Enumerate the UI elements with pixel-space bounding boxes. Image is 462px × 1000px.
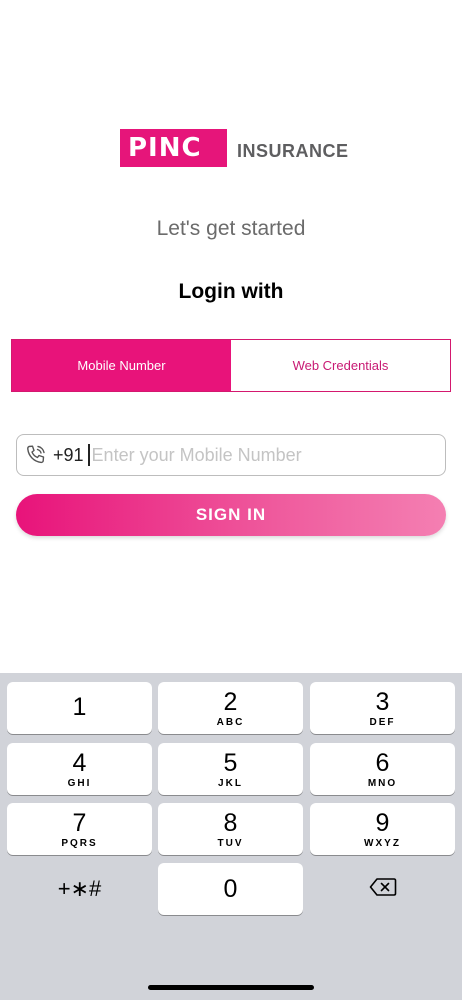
key-8[interactable]: 8 TUV: [158, 803, 303, 855]
key-digit: 6: [375, 748, 390, 777]
key-1[interactable]: 1: [7, 682, 152, 734]
key-6[interactable]: 6 MNO: [310, 743, 455, 795]
key-5[interactable]: 5 JKL: [158, 743, 303, 795]
login-screen: PINC INSURANCE Let's get started Login w…: [0, 0, 462, 1000]
numeric-keypad: 1 2 ABC 3 DEF 4 GHI 5 JKL 6 MNO 7 PQRS 8…: [0, 673, 462, 1000]
country-code: +91: [53, 444, 84, 465]
key-digit: 2: [223, 687, 238, 716]
mobile-number-input[interactable]: [91, 444, 412, 466]
key-digit: 3: [375, 687, 390, 716]
key-digit: 1: [72, 693, 87, 721]
key-letters: GHI: [67, 777, 92, 789]
key-digit: 5: [223, 748, 238, 777]
delete-key[interactable]: [310, 863, 455, 915]
key-letters: JKL: [218, 777, 243, 789]
page-subtitle: Let's get started: [156, 217, 306, 240]
phone-icon: [22, 441, 50, 469]
tab-label: Mobile Number: [77, 358, 166, 373]
key-digit: 8: [223, 808, 238, 837]
key-digit: 7: [72, 808, 87, 837]
tab-mobile-number[interactable]: Mobile Number: [12, 340, 231, 391]
key-symbols[interactable]: +∗#: [7, 863, 152, 915]
key-letters: WXYZ: [364, 837, 401, 849]
key-letters: PQRS: [61, 837, 98, 849]
sign-in-button[interactable]: SIGN IN: [16, 494, 446, 536]
tab-label: Web Credentials: [292, 358, 389, 373]
key-letters: ABC: [216, 716, 245, 728]
login-method-tabs: Mobile Number Web Credentials: [11, 339, 451, 392]
text-cursor: [87, 444, 90, 466]
key-digit: 9: [375, 808, 390, 837]
page-title: Login with: [178, 280, 284, 303]
key-digit: 0: [223, 875, 238, 903]
key-0[interactable]: 0: [158, 863, 303, 915]
key-4[interactable]: 4 GHI: [7, 743, 152, 795]
home-indicator: [148, 985, 314, 990]
brand-logo: PINC INSURANCE: [120, 129, 349, 167]
key-7[interactable]: 7 PQRS: [7, 803, 152, 855]
mobile-number-field[interactable]: +91: [16, 434, 446, 476]
tab-web-credentials[interactable]: Web Credentials: [231, 340, 450, 391]
key-digit: 4: [72, 748, 87, 777]
key-9[interactable]: 9 WXYZ: [310, 803, 455, 855]
key-letters: DEF: [369, 716, 396, 728]
logo-box: PINC: [120, 129, 227, 167]
symbols-label: +∗#: [57, 876, 102, 901]
backspace-icon: [369, 877, 397, 902]
key-2[interactable]: 2 ABC: [158, 682, 303, 734]
key-letters: TUV: [217, 837, 244, 849]
key-letters: MNO: [367, 777, 398, 789]
logo-suffix: INSURANCE: [237, 140, 349, 161]
key-3[interactable]: 3 DEF: [310, 682, 455, 734]
